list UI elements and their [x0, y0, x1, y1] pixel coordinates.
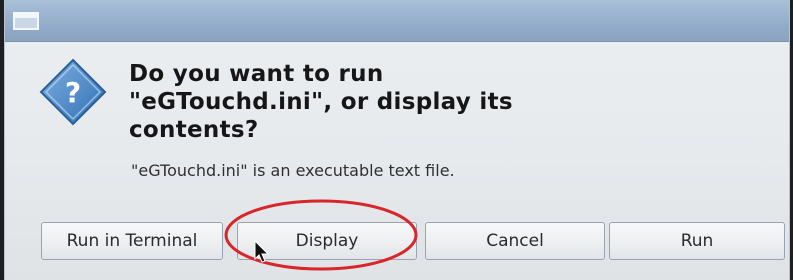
run-in-terminal-button[interactable]: Run in Terminal	[41, 222, 223, 260]
window-menu-icon[interactable]	[13, 12, 39, 30]
question-mark-glyph: ?	[64, 75, 82, 109]
heading-line-1: Do you want to run	[129, 61, 384, 87]
heading-line-2: "eGTouchd.ini", or display its	[129, 89, 513, 115]
dialog-subtext: "eGTouchd.ini" is an executable text fil…	[131, 161, 455, 180]
cancel-button[interactable]: Cancel	[425, 222, 605, 260]
run-button[interactable]: Run	[609, 222, 785, 260]
heading-line-3: contents?	[129, 117, 259, 143]
display-button[interactable]: Display	[237, 222, 417, 260]
dialog-heading: Do you want to run "eGTouchd.ini", or di…	[129, 60, 649, 144]
question-icon: ?	[39, 58, 107, 126]
run-file-dialog: ? Do you want to run "eGTouchd.ini", or …	[4, 0, 790, 280]
titlebar	[5, 0, 789, 42]
